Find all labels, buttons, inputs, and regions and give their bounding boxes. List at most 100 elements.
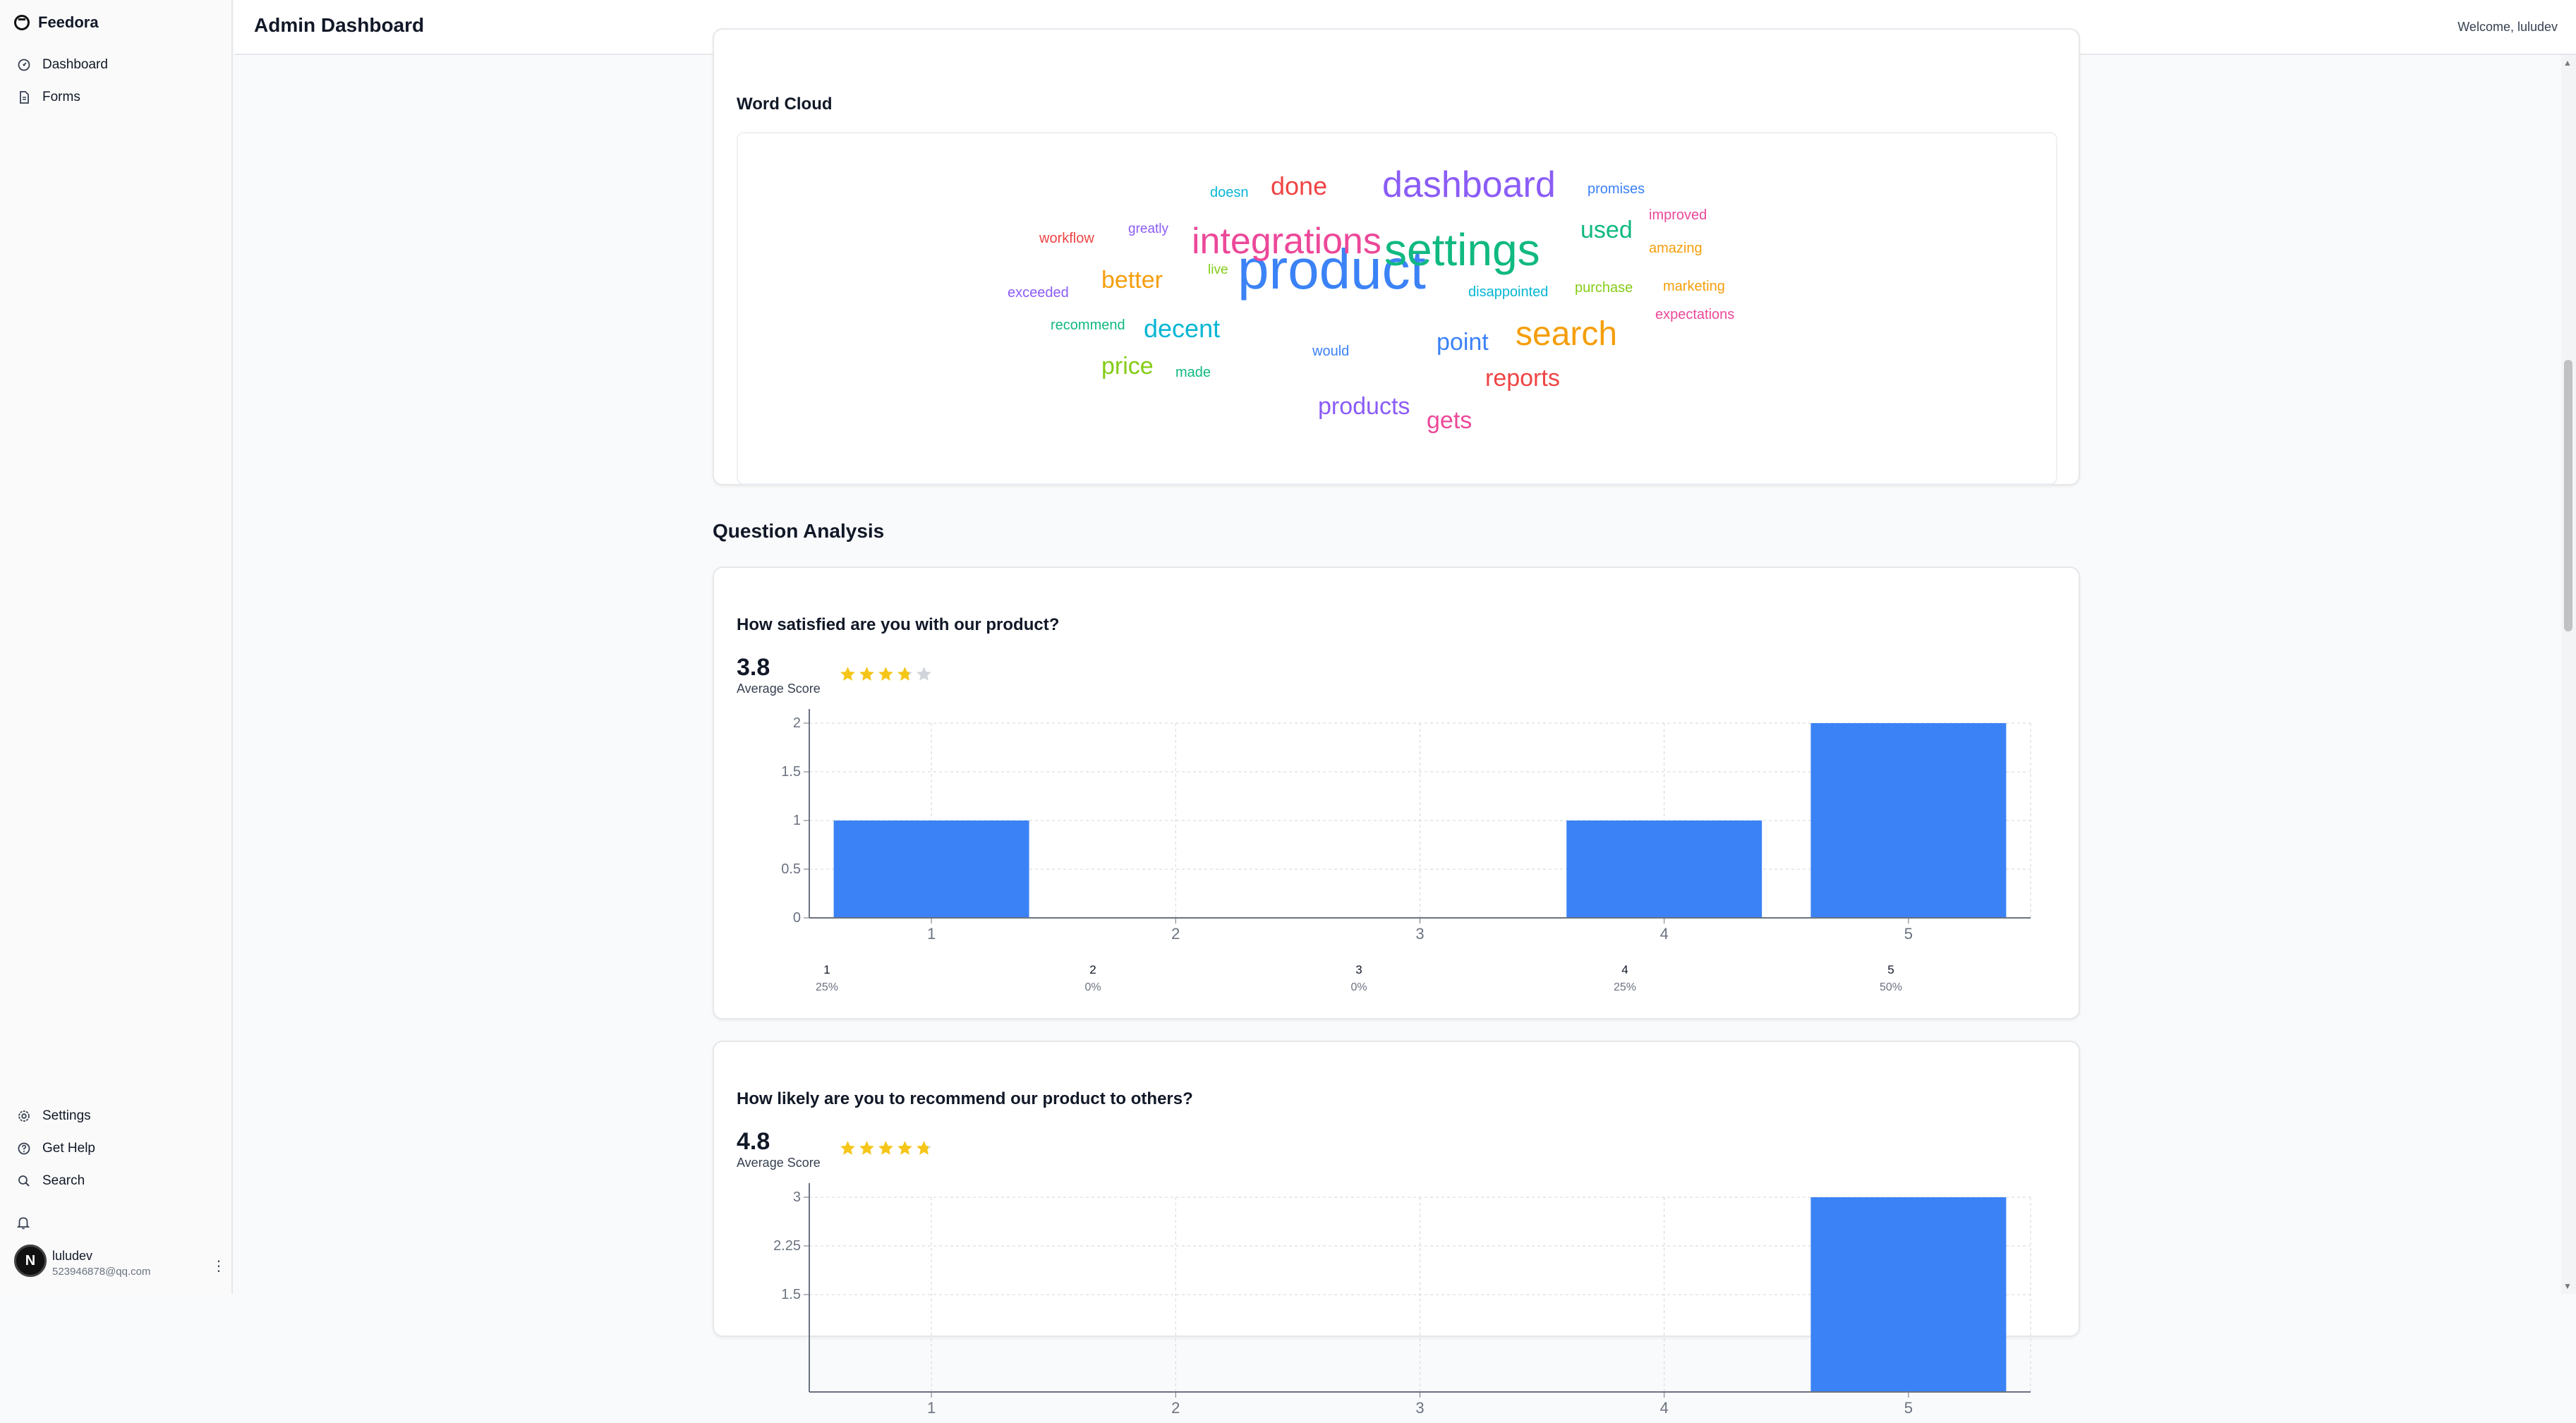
x-tick-label: 2 [1171, 1399, 1180, 1417]
distribution-percent: 0% [1084, 981, 1101, 993]
cloud-word: doesn [1210, 185, 1249, 200]
y-tick-label: 1.5 [781, 764, 801, 780]
user-menu[interactable]: N luludev 523946878@qq.com ⋮ [11, 1242, 226, 1284]
y-tick-label: 1 [793, 813, 801, 828]
sidebar-item-get-help[interactable]: Get Help [7, 1133, 226, 1164]
scrollbar-thumb[interactable] [2564, 360, 2572, 631]
avatar: N [14, 1245, 47, 1277]
sidebar-item-label: Get Help [42, 1141, 95, 1156]
word-cloud: product settings integrations dashboard sear… [737, 132, 2057, 485]
star-icon [859, 667, 874, 681]
distribution-label: 2 [1089, 963, 1096, 976]
rating-bar-chart: 1.5 2.25 3 1 2 3 4 5 [773, 1183, 2031, 1417]
cloud-word: integrations [1192, 221, 1381, 262]
distribution-item: 1 25% [785, 963, 869, 994]
kebab-menu-icon[interactable]: ⋮ [212, 1257, 226, 1275]
bar [1810, 723, 2007, 918]
user-email: 523946878@qq.com [52, 1266, 151, 1278]
distribution-label: 1 [823, 963, 830, 976]
bar [1566, 821, 1762, 918]
document-icon [20, 91, 29, 104]
sidebar-item-label: Settings [42, 1108, 91, 1123]
cloud-word: amazing [1649, 241, 1703, 256]
distribution-percent: 50% [1879, 981, 1903, 993]
distribution-label: 5 [1887, 963, 1894, 976]
sidebar-item-search[interactable]: Search [7, 1165, 226, 1197]
question-card: How satisfied are you with our product? … [713, 567, 2080, 1019]
help-icon [18, 1142, 30, 1155]
cloud-word: live [1208, 262, 1228, 277]
cloud-word: done [1271, 171, 1328, 200]
sidebar-item-label: Search [42, 1173, 85, 1188]
star-icon [917, 1141, 931, 1155]
cloud-word: better [1101, 267, 1163, 293]
distribution-label: 3 [1355, 963, 1362, 976]
section-title: Question Analysis [713, 520, 885, 542]
search-icon [18, 1175, 30, 1187]
distribution-item: 4 25% [1583, 963, 1667, 994]
y-tick-label: 3 [793, 1189, 801, 1205]
y-tick-label: 2 [793, 715, 801, 731]
question-text: How likely are you to recommend our prod… [737, 1089, 1193, 1108]
average-score-label: Average Score [737, 682, 821, 696]
star-icon [840, 1141, 855, 1155]
cloud-word: workflow [1039, 231, 1094, 246]
brand[interactable]: Feedora [14, 10, 99, 35]
scrollbar-track[interactable] [2561, 55, 2576, 1294]
scroll-up-arrow-icon[interactable]: ▲ [2563, 58, 2572, 68]
star-icon [859, 1141, 874, 1155]
scroll-down-arrow-icon[interactable]: ▼ [2563, 1281, 2572, 1291]
star-rating [839, 665, 933, 683]
cloud-word: price [1101, 353, 1154, 380]
distribution-item: 3 0% [1317, 963, 1401, 994]
cloud-word: exceeded [1008, 285, 1069, 301]
sidebar-item-settings[interactable]: Settings [7, 1101, 226, 1132]
star-icon [878, 667, 893, 681]
star-icon [878, 1141, 893, 1155]
cloud-word: recommend [1051, 317, 1125, 333]
x-tick-label: 4 [1660, 1399, 1669, 1417]
y-tick-label: 0 [793, 910, 801, 926]
brand-name: Feedora [38, 13, 99, 31]
sidebar-item-dashboard[interactable]: Dashboard [7, 49, 226, 80]
cloud-word: decent [1144, 314, 1221, 343]
bell-icon[interactable] [16, 1215, 31, 1230]
star-icon [897, 667, 912, 681]
cloud-word: expectations [1655, 307, 1735, 322]
cloud-word: settings [1384, 224, 1540, 275]
x-tick-label: 4 [1660, 925, 1669, 943]
cloud-word: dashboard [1382, 164, 1556, 205]
sidebar-item-label: Forms [42, 90, 80, 104]
cloud-word: promises [1588, 181, 1645, 197]
word-cloud-title: Word Cloud [737, 95, 833, 114]
distribution-percent: 0% [1350, 981, 1367, 993]
gauge-icon [18, 59, 30, 71]
x-tick-label: 2 [1171, 925, 1180, 943]
bar [1810, 1197, 2007, 1392]
cloud-word: would [1312, 344, 1350, 359]
gear-icon [18, 1110, 30, 1122]
y-tick-label: 2.25 [773, 1238, 801, 1254]
word-cloud-card: Word Cloud product settings integrations da… [713, 28, 2080, 485]
bar [833, 821, 1029, 918]
x-tick-label: 3 [1415, 1399, 1424, 1417]
cloud-word: marketing [1663, 279, 1725, 294]
feedora-logo-icon [14, 15, 30, 30]
user-name: luludev [52, 1249, 93, 1263]
y-tick-label: 1.5 [781, 1287, 801, 1302]
cloud-word: search [1516, 315, 1618, 353]
star-icon [917, 667, 931, 681]
cloud-word: purchase [1575, 280, 1633, 296]
average-score-label: Average Score [737, 1156, 821, 1170]
sidebar-item-forms[interactable]: Forms [7, 82, 226, 113]
distribution-label: 4 [1621, 963, 1628, 976]
y-tick-label: 0.5 [781, 861, 801, 877]
star-rating [839, 1139, 933, 1157]
average-score: 3.8 [737, 654, 770, 681]
cloud-word: made [1175, 365, 1211, 380]
sidebar: Feedora Dashboard Forms Settings Get Hel… [0, 0, 233, 1294]
average-score: 4.8 [737, 1128, 770, 1155]
cloud-word: gets [1427, 407, 1473, 434]
rating-bar-chart: 0 0.5 1 1.5 2 1 2 3 4 5 [781, 709, 2031, 943]
star-icon [897, 1141, 912, 1155]
